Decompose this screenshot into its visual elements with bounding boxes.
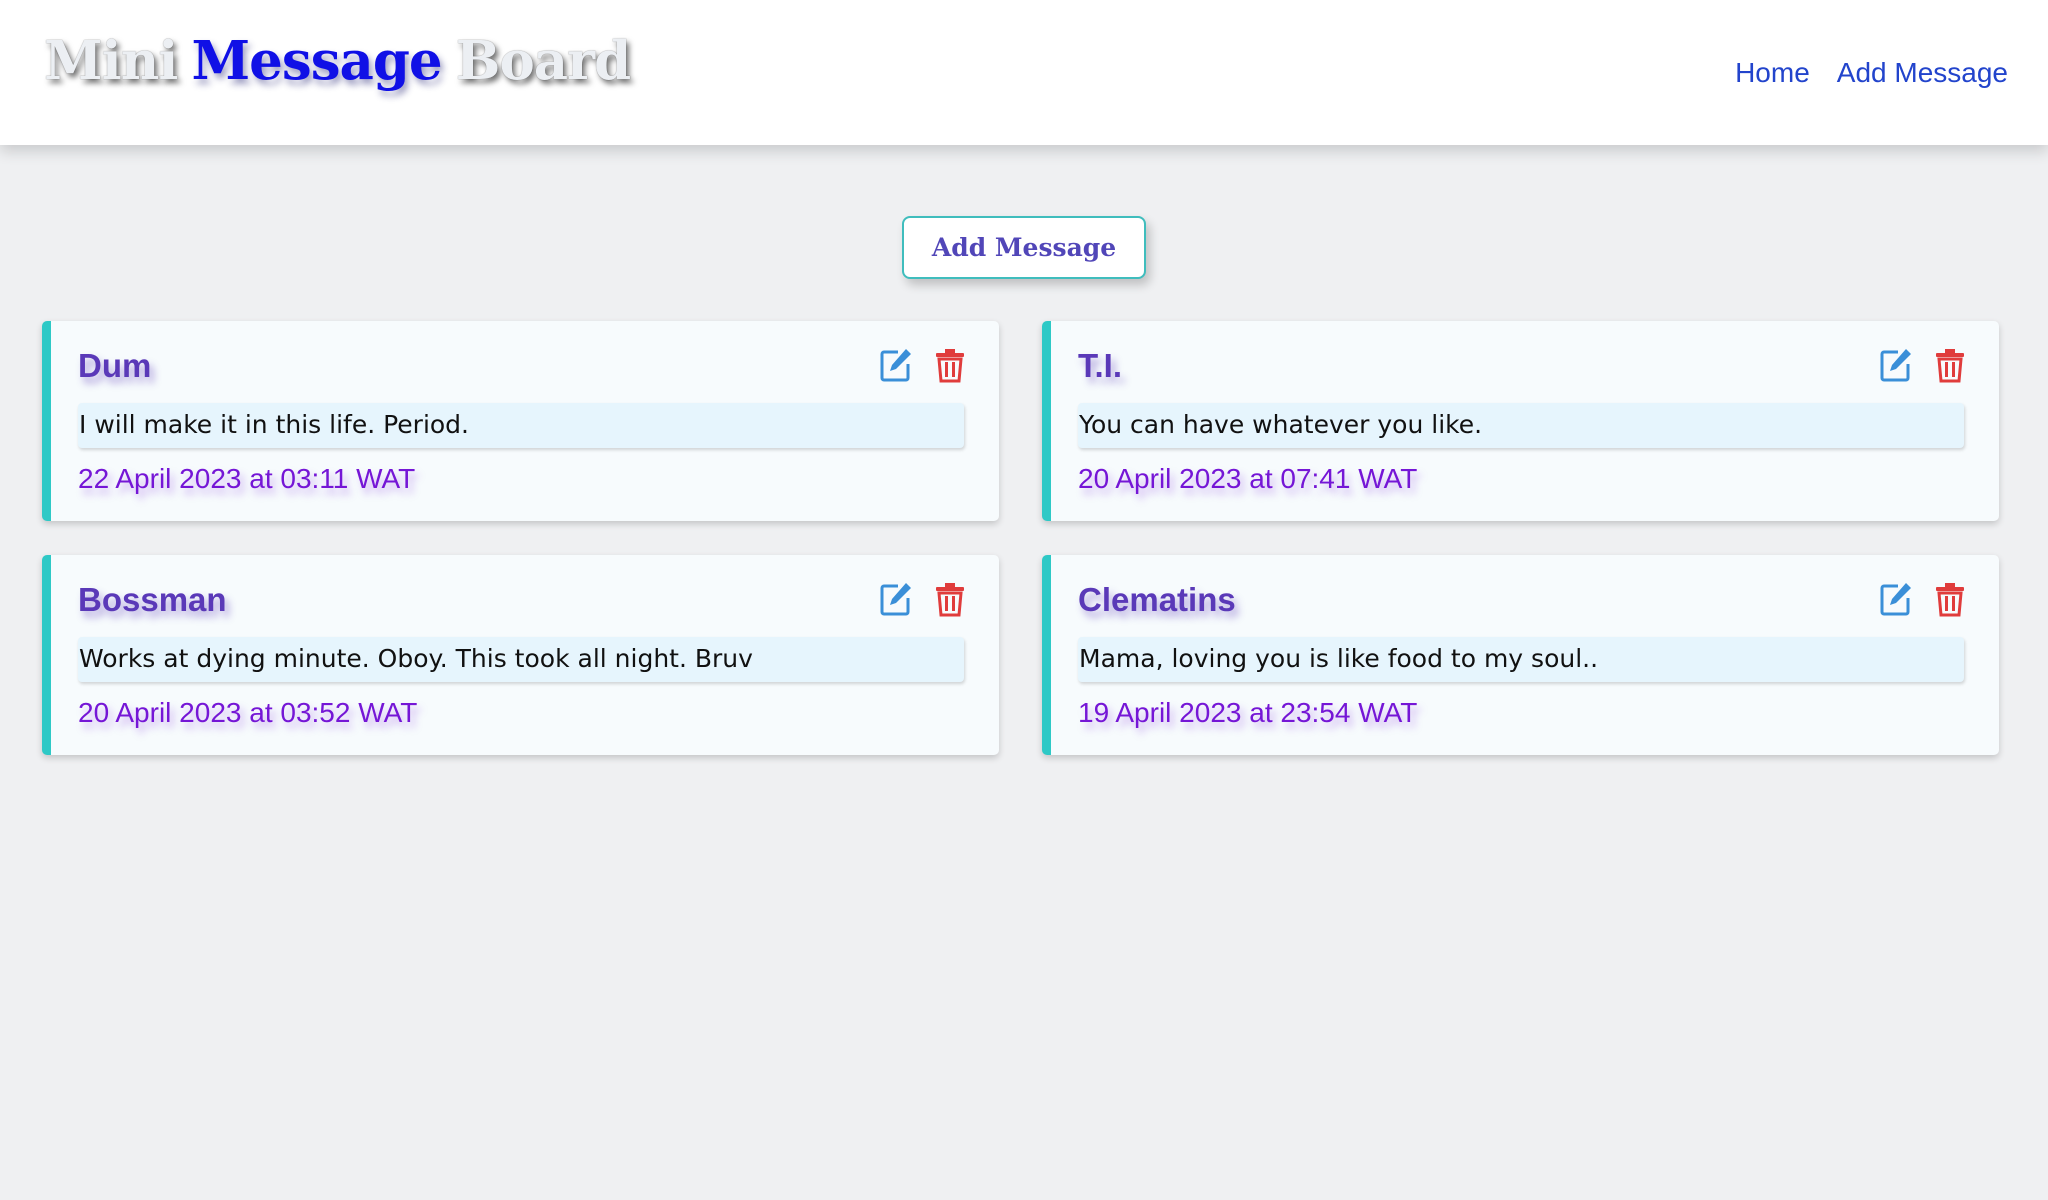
- site-title: Mini Message Board: [44, 30, 631, 92]
- add-message-button[interactable]: Add Message: [902, 216, 1146, 279]
- message-date: 22 April 2023 at 03:11 WAT: [78, 463, 416, 494]
- message-actions: [1879, 347, 1967, 383]
- edit-icon[interactable]: [879, 347, 913, 383]
- trash-icon[interactable]: [933, 581, 967, 617]
- message-author: Clematins: [1078, 581, 1236, 618]
- message-date: 20 April 2023 at 07:41 WAT: [1078, 463, 1418, 494]
- message-card: Clematins Mama, loving you is like food …: [1042, 555, 1999, 755]
- message-card: T.I. You can have whatever you like. 20 …: [1042, 321, 1999, 521]
- nav-link-add-message[interactable]: Add Message: [1837, 57, 2008, 89]
- edit-icon[interactable]: [1879, 581, 1913, 617]
- message-card: Dum I will make it in this life. Period.…: [42, 321, 999, 521]
- site-title-word: Mini: [44, 30, 178, 92]
- message-author: Bossman: [78, 581, 227, 618]
- site-title-word: Board: [455, 30, 631, 92]
- message-text: Works at dying minute. Oboy. This took a…: [78, 637, 964, 682]
- site-title-word: Message: [191, 30, 442, 92]
- message-date: 20 April 2023 at 03:52 WAT: [78, 697, 418, 728]
- trash-icon[interactable]: [933, 347, 967, 383]
- edit-icon[interactable]: [1879, 347, 1913, 383]
- message-text: You can have whatever you like.: [1078, 403, 1964, 448]
- trash-icon[interactable]: [1933, 581, 1967, 617]
- message-actions: [879, 581, 967, 617]
- message-author: Dum: [78, 347, 152, 384]
- message-date: 19 April 2023 at 23:54 WAT: [1078, 697, 1418, 728]
- main-nav: Home Add Message: [1735, 57, 2008, 89]
- message-text: Mama, loving you is like food to my soul…: [1078, 637, 1964, 682]
- site-header: Mini Message Board Home Add Message: [0, 0, 2048, 145]
- message-author: T.I.: [1078, 347, 1123, 384]
- trash-icon[interactable]: [1933, 347, 1967, 383]
- message-text: I will make it in this life. Period.: [78, 403, 964, 448]
- message-actions: [1879, 581, 1967, 617]
- message-actions: [879, 347, 967, 383]
- edit-icon[interactable]: [879, 581, 913, 617]
- nav-link-home[interactable]: Home: [1735, 57, 1810, 89]
- message-card: Bossman Works at dying minute. Oboy. Thi…: [42, 555, 999, 755]
